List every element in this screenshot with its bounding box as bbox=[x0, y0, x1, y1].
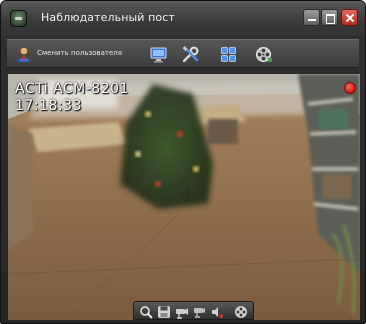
app-window: Наблюдательный пост Сменить пользователя bbox=[0, 0, 366, 324]
save-icon[interactable] bbox=[157, 304, 171, 318]
close-button[interactable] bbox=[341, 9, 358, 26]
app-logo-icon bbox=[10, 10, 27, 27]
grid-layout-icon[interactable] bbox=[219, 45, 238, 64]
camera-name-overlay: ACTi ACM-8201 bbox=[15, 81, 129, 97]
title-bar[interactable]: Наблюдательный пост bbox=[1, 1, 365, 35]
window-title: Наблюдательный пост bbox=[41, 11, 175, 24]
monitor-icon[interactable] bbox=[149, 45, 168, 64]
ptz-camera-alt-icon[interactable] bbox=[192, 304, 206, 318]
minimize-button[interactable] bbox=[303, 9, 320, 26]
toolbar: Сменить пользователя bbox=[7, 39, 359, 68]
camera-video-view[interactable]: ACTi ACM-8201 17:18:33 bbox=[8, 74, 360, 320]
recording-indicator-icon bbox=[344, 82, 356, 94]
tools-icon[interactable] bbox=[181, 45, 200, 64]
crosshair-icon bbox=[180, 187, 196, 203]
audio-icon[interactable] bbox=[210, 304, 224, 318]
user-icon[interactable] bbox=[16, 46, 32, 63]
maximize-button[interactable] bbox=[321, 9, 338, 26]
zoom-icon[interactable] bbox=[139, 304, 153, 319]
video-control-bar bbox=[133, 301, 254, 320]
timestamp-overlay: 17:18:33 bbox=[15, 98, 82, 114]
switch-user-button[interactable]: Сменить пользователя bbox=[37, 49, 122, 57]
film-reel-icon[interactable] bbox=[254, 45, 273, 64]
film-reel-icon[interactable] bbox=[234, 304, 248, 318]
ptz-camera-icon[interactable] bbox=[175, 304, 189, 319]
